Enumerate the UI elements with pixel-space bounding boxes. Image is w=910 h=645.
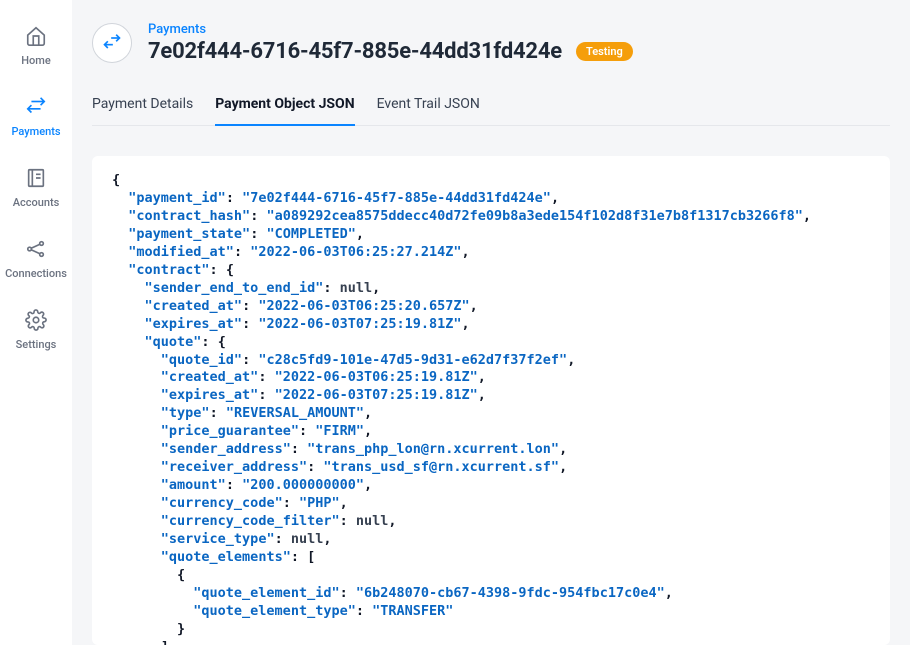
- json-viewer[interactable]: { "payment_id": "7e02f444-6716-45f7-885e…: [112, 172, 870, 645]
- nav-connections[interactable]: Connections: [5, 237, 67, 280]
- nav-label: Home: [21, 54, 51, 67]
- nav-payments[interactable]: Payments: [11, 95, 60, 138]
- nodes-icon: [24, 237, 48, 261]
- tabs: Payment Details Payment Object JSON Even…: [92, 96, 890, 126]
- nav-settings[interactable]: Settings: [16, 308, 57, 351]
- main-content: Payments 7e02f444-6716-45f7-885e-44dd31f…: [72, 0, 910, 645]
- tab-payment-details[interactable]: Payment Details: [92, 96, 193, 126]
- gear-icon: [24, 308, 48, 332]
- book-icon: [24, 166, 48, 190]
- json-card: { "payment_id": "7e02f444-6716-45f7-885e…: [92, 156, 890, 645]
- tab-event-trail-json[interactable]: Event Trail JSON: [377, 96, 480, 126]
- home-icon: [24, 24, 48, 48]
- sidebar: Home Payments Accounts Connections Setti…: [0, 0, 72, 645]
- status-badge: Testing: [576, 42, 633, 61]
- tab-payment-object-json[interactable]: Payment Object JSON: [215, 96, 354, 126]
- page-header: Payments 7e02f444-6716-45f7-885e-44dd31f…: [92, 22, 890, 64]
- breadcrumb[interactable]: Payments: [148, 22, 633, 37]
- nav-label: Accounts: [13, 196, 60, 209]
- back-button[interactable]: [92, 23, 132, 63]
- nav-label: Payments: [11, 125, 60, 138]
- nav-label: Settings: [16, 338, 57, 351]
- nav-home[interactable]: Home: [21, 24, 51, 67]
- page-title: 7e02f444-6716-45f7-885e-44dd31fd424e: [148, 39, 562, 64]
- nav-accounts[interactable]: Accounts: [13, 166, 60, 209]
- swap-icon: [24, 95, 48, 119]
- nav-label: Connections: [5, 267, 67, 280]
